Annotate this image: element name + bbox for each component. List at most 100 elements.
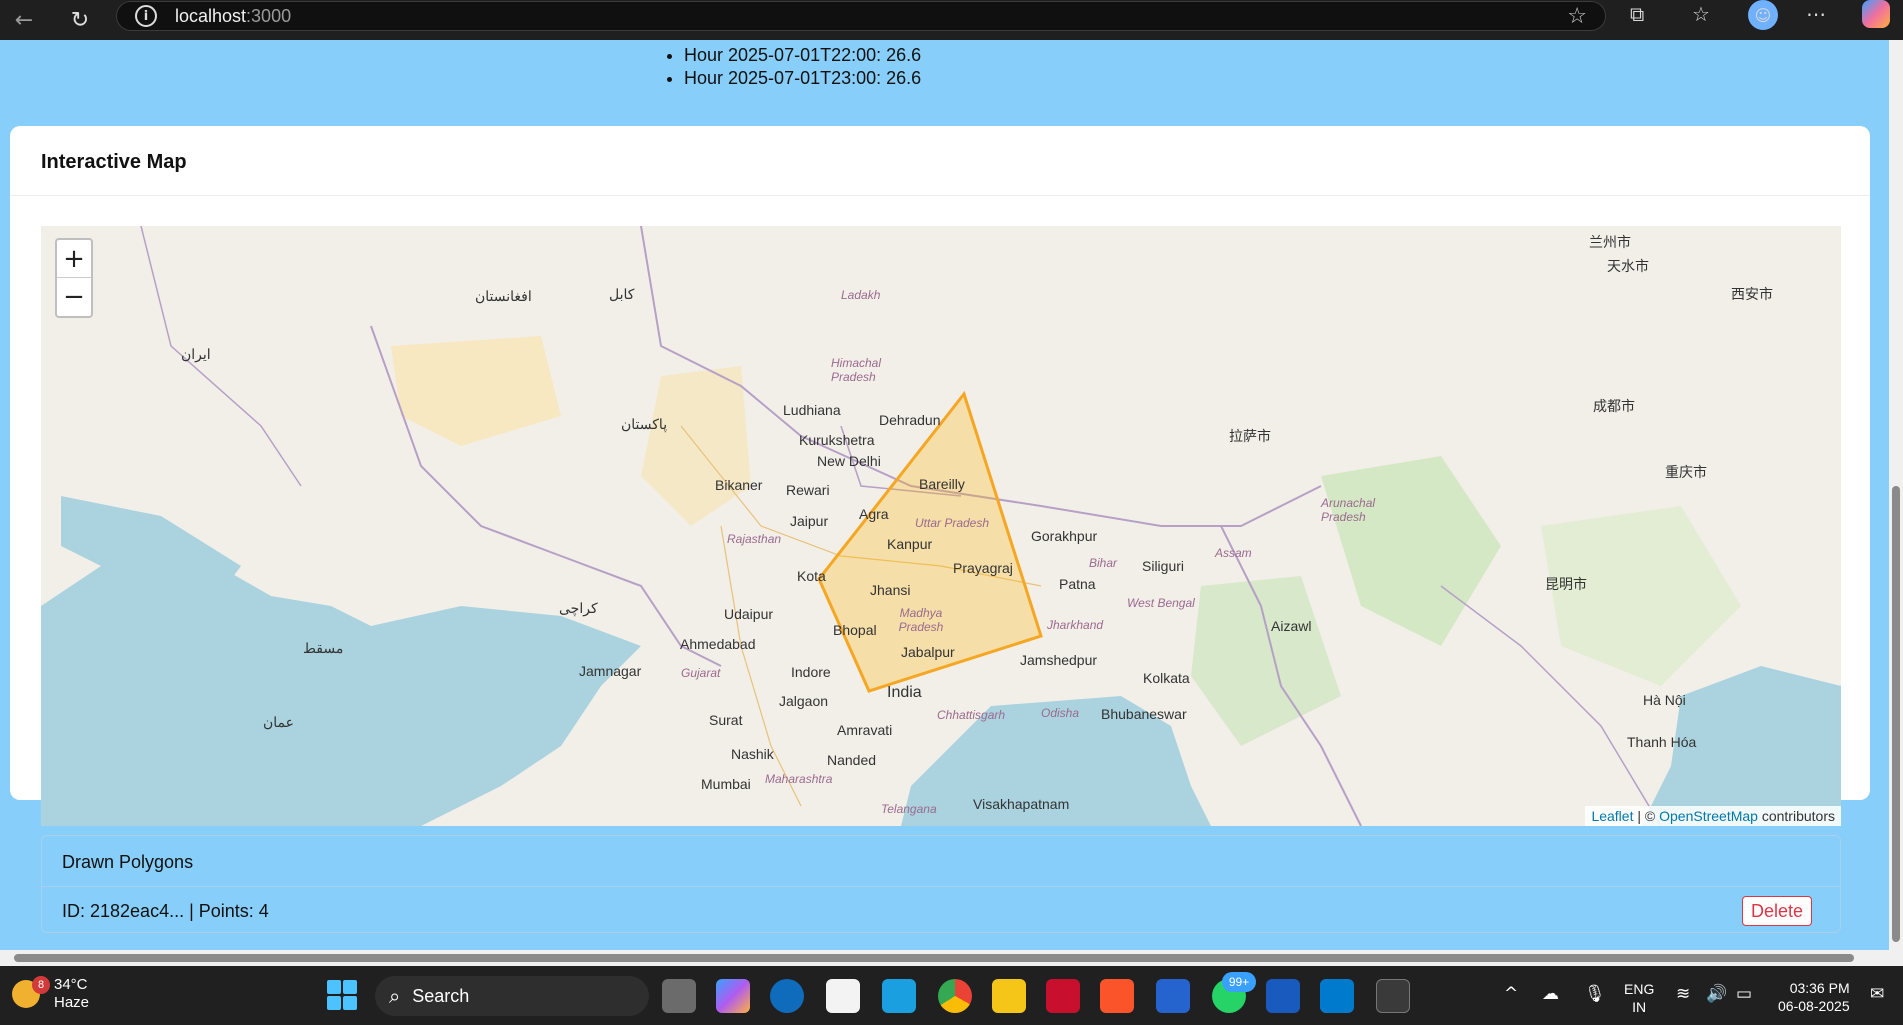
taskbar-search[interactable]: ⌕ Search — [375, 976, 649, 1016]
map-label: New Delhi — [817, 453, 881, 469]
hourly-item: Hour 2025-07-01T23:00: 26.6 — [684, 67, 921, 90]
leaflet-map[interactable]: + − کابل افغانستان ایران پاکستان Ladakh … — [41, 226, 1841, 826]
map-label: Bhubaneswar — [1101, 706, 1187, 722]
microphone-icon[interactable]: 🎙 — [1584, 984, 1606, 1004]
map-label: Nashik — [731, 746, 774, 762]
info-icon[interactable]: i — [135, 5, 157, 27]
more-menu-icon[interactable]: ⋯ — [1806, 2, 1826, 26]
favorites-icon[interactable]: ☆ — [1692, 2, 1710, 26]
map-label: Himachal Pradesh — [831, 356, 882, 384]
map-label: Ladakh — [841, 288, 881, 302]
weather-widget[interactable]: 8 34°C Haze — [12, 976, 89, 1012]
cloud-icon[interactable]: ☁ — [1542, 984, 1559, 1004]
map-label: Arunachal Pradesh — [1321, 496, 1376, 524]
map-label: Udaipur — [724, 606, 774, 622]
task-view-icon[interactable] — [662, 979, 696, 1013]
map-label: Hà Nội — [1643, 692, 1686, 708]
brave-icon[interactable] — [1100, 979, 1134, 1013]
store-icon[interactable] — [826, 979, 860, 1013]
chevron-up-icon[interactable]: ^ — [1504, 984, 1518, 1004]
hourly-item: Hour 2025-07-01T22:00: 26.6 — [684, 44, 921, 67]
zoom-control: + − — [55, 238, 93, 318]
map-label: Bihar — [1089, 556, 1118, 570]
map-label: Gujarat — [681, 666, 721, 680]
map-label: Rajasthan — [727, 532, 782, 546]
map-label: Visakhapatnam — [973, 796, 1070, 812]
horizontal-scrollbar[interactable] — [0, 950, 1903, 966]
polygons-heading: Drawn Polygons — [62, 852, 194, 872]
zoom-in-button[interactable]: + — [57, 240, 91, 278]
clock[interactable]: 03:36 PM 06-08-2025 — [1778, 979, 1850, 1015]
terminal-icon[interactable] — [1376, 979, 1410, 1013]
osm-link[interactable]: OpenStreetMap — [1659, 808, 1758, 824]
browser-toolbar: ← ↻ i localhost:3000 ☆ ⧉ ☆ ☺ ⋯ — [0, 0, 1903, 40]
chrome-icon[interactable] — [938, 979, 972, 1013]
map-label: India — [887, 684, 922, 701]
map-label: Bikaner — [715, 477, 763, 493]
map-label: Jalgaon — [779, 693, 829, 709]
map-label: 西安市 — [1731, 286, 1773, 302]
delete-polygon-button[interactable]: Delete — [1742, 896, 1812, 926]
map-label: Assam — [1215, 546, 1252, 560]
search-icon: ⌕ — [389, 984, 401, 1008]
taskbar: 8 34°C Haze ⌕ Search 99+ ^ ☁ 🎙 ENG IN ≋ … — [0, 966, 1903, 1025]
map-card-title: Interactive Map — [41, 151, 187, 173]
file-explorer-icon[interactable] — [992, 979, 1026, 1013]
map-label: Madhya Pradesh — [898, 606, 944, 634]
lang-line2: IN — [1632, 999, 1647, 1015]
profile-avatar-icon[interactable]: ☺ — [1748, 0, 1778, 30]
map-label: 昆明市 — [1545, 576, 1587, 592]
myhp-icon[interactable] — [882, 979, 916, 1013]
map-label: کراچی — [559, 600, 598, 616]
map-label: Aizawl — [1271, 618, 1312, 634]
address-bar[interactable]: i localhost:3000 ☆ — [116, 1, 1606, 31]
map-label: Jaipur — [790, 513, 829, 529]
vscode-icon[interactable] — [1320, 979, 1354, 1013]
map-label: Jhansi — [870, 582, 911, 598]
notification-icon[interactable]: ✉ — [1870, 984, 1884, 1004]
polygon-row-text: ID: 2182eac4... | Points: 4 — [62, 901, 269, 921]
map-label: Prayagraj — [953, 560, 1013, 576]
map-label: Rewari — [786, 482, 830, 498]
extensions-icon[interactable]: ⧉ — [1630, 2, 1644, 26]
language-indicator[interactable]: ENG IN — [1624, 980, 1654, 1016]
panel-divider — [42, 886, 1840, 887]
map-label: Jamshedpur — [1020, 652, 1098, 668]
todo-icon[interactable] — [1156, 979, 1190, 1013]
copilot-icon[interactable] — [1862, 0, 1890, 28]
map-label: 天水市 — [1607, 258, 1649, 274]
wifi-icon[interactable]: ≋ — [1676, 984, 1690, 1004]
map-label: کابل — [609, 286, 635, 302]
map-label: Mumbai — [701, 776, 751, 792]
clock-time: 03:36 PM — [1789, 980, 1850, 996]
map-label: Gorakhpur — [1031, 528, 1098, 544]
map-label: Thanh Hóa — [1627, 734, 1697, 750]
refresh-icon[interactable]: ↻ — [62, 5, 98, 35]
map-label: Amravati — [837, 722, 893, 738]
windows-start-icon[interactable] — [327, 980, 357, 1010]
arrow-left-icon[interactable]: ← — [6, 5, 42, 35]
map-label: 拉萨市 — [1229, 428, 1271, 444]
vertical-scroll-thumb[interactable] — [1892, 486, 1900, 942]
zoom-out-button[interactable]: − — [57, 278, 91, 316]
map-label: Kanpur — [887, 536, 933, 552]
copilot-app-icon[interactable] — [716, 979, 750, 1013]
edge-browser-icon[interactable] — [770, 979, 804, 1013]
drawn-polygons-panel: Drawn Polygons ID: 2182eac4... | Points:… — [41, 835, 1841, 933]
map-label: Surat — [709, 712, 743, 728]
map-label: Indore — [791, 664, 831, 680]
map-label: Kurukshetra — [799, 432, 875, 448]
mcafee-icon[interactable] — [1046, 979, 1080, 1013]
horizontal-scroll-thumb[interactable] — [14, 954, 1854, 962]
map-label: Agra — [859, 506, 889, 522]
battery-icon[interactable]: ▭ — [1736, 984, 1752, 1004]
volume-icon[interactable]: 🔊 — [1706, 984, 1727, 1004]
leaflet-link[interactable]: Leaflet — [1591, 808, 1633, 824]
vertical-scrollbar[interactable] — [1889, 40, 1903, 950]
map-label: Nanded — [827, 752, 877, 768]
map-label: Jharkhand — [1047, 618, 1104, 632]
star-icon[interactable]: ☆ — [1567, 4, 1587, 29]
word-icon[interactable] — [1266, 979, 1300, 1013]
map-label: Jamnagar — [579, 663, 642, 679]
map-label: Odisha — [1041, 706, 1080, 720]
